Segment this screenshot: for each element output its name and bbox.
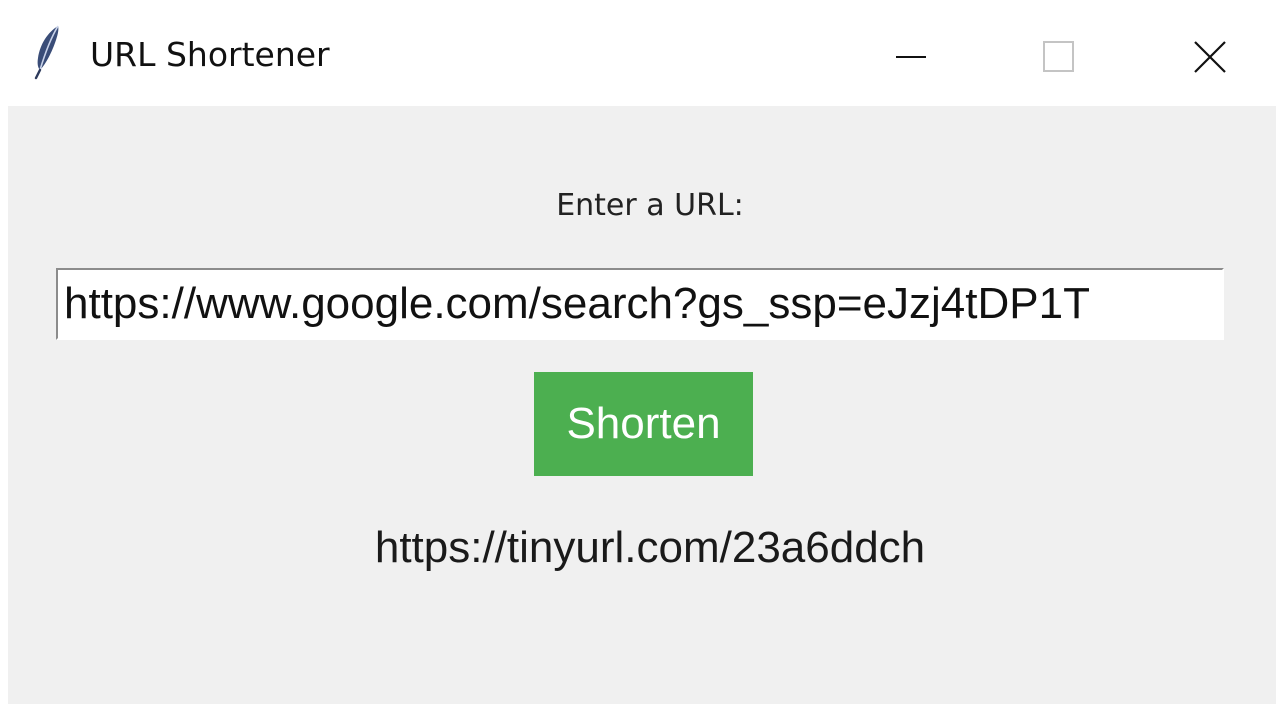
maximize-icon [1043, 41, 1074, 72]
url-input[interactable] [56, 268, 1224, 340]
maximize-button[interactable] [1024, 20, 1094, 90]
window-title: URL Shortener [90, 35, 330, 74]
client-area: Enter a URL: Shorten https://tinyurl.com… [8, 106, 1276, 704]
shorten-button[interactable]: Shorten [534, 372, 753, 476]
close-icon [1194, 41, 1226, 73]
title-bar[interactable]: URL Shortener [0, 0, 1276, 106]
close-button[interactable] [1176, 20, 1246, 90]
minimize-button[interactable] [876, 20, 946, 90]
minimize-icon [896, 56, 926, 58]
feather-icon [32, 24, 62, 80]
url-prompt-label: Enter a URL: [556, 188, 744, 223]
shortened-url-result: https://tinyurl.com/23a6ddch [374, 523, 926, 572]
app-window: URL Shortener Enter a URL: Shorten https… [0, 0, 1276, 704]
